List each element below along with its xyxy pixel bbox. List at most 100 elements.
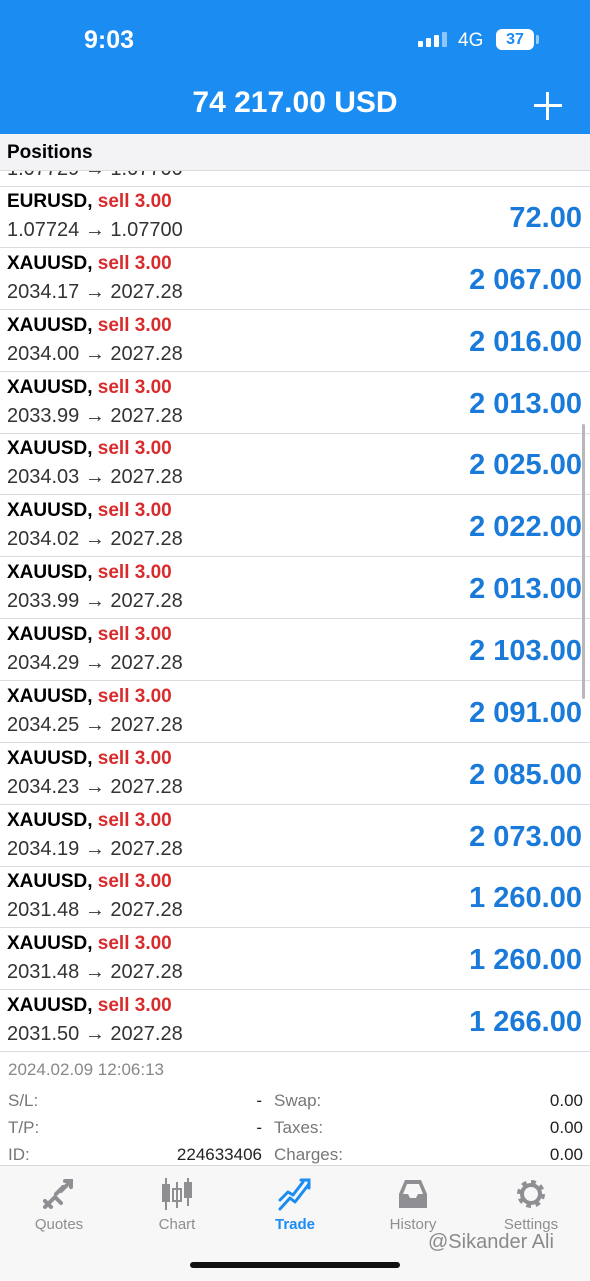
position-row[interactable]: XAUUSD, sell 3.00 2034.19 → 2027.28 2 073.… xyxy=(0,805,590,867)
position-profit: 2 016.00 xyxy=(469,325,582,358)
symbol-name: XAUUSD, xyxy=(7,933,93,955)
tab-label: Trade xyxy=(274,1216,316,1233)
top-bar: 9:03 4G 37 74 217.00 USD xyxy=(0,0,590,134)
symbol-name: XAUUSD, xyxy=(7,500,93,522)
position-symbol: XAUUSD, sell 3.00 xyxy=(7,748,172,770)
symbol-name: XAUUSD, xyxy=(7,624,93,646)
trade-icon xyxy=(278,1178,311,1211)
battery-tip xyxy=(536,35,539,44)
position-profit: 1 260.00 xyxy=(469,944,582,977)
position-symbol: XAUUSD, sell 3.00 xyxy=(7,253,172,275)
positions-section-header: Positions xyxy=(0,134,590,171)
scrollbar[interactable] xyxy=(582,424,585,699)
position-prices: 2031.50 → 2027.28 xyxy=(7,1023,183,1046)
position-row[interactable]: XAUUSD, sell 3.00 2033.99 → 2027.28 2 013.… xyxy=(0,557,590,620)
position-row[interactable]: XAUUSD, sell 3.00 2031.48 → 2027.28 1 260.… xyxy=(0,928,590,991)
swap-value: 0.00 xyxy=(549,1091,583,1110)
position-row[interactable]: XAUUSD, sell 3.00 2034.29 → 2027.28 2 103.… xyxy=(0,619,590,682)
open-time: 2024.02.09 12:06:13 xyxy=(8,1060,164,1079)
tab-quotes[interactable]: Quotes xyxy=(0,1166,118,1236)
taxes-value: 0.00 xyxy=(549,1118,583,1137)
id-value: 224633406 xyxy=(176,1145,262,1164)
gear-icon xyxy=(517,1180,545,1208)
position-profit: 2 013.00 xyxy=(469,573,582,606)
position-row[interactable]: XAUUSD, sell 3.00 2034.17 → 2027.28 2 067.… xyxy=(0,248,590,310)
position-details: 2024.02.09 12:06:13 S/L: - T/P: - ID: 22… xyxy=(0,1060,590,1165)
position-side: sell 3.00 xyxy=(97,562,172,584)
tab-settings[interactable]: Settings xyxy=(472,1166,590,1236)
tab-label: Chart xyxy=(158,1216,196,1233)
tp-label: T/P: xyxy=(8,1118,40,1137)
symbol-name: XAUUSD, xyxy=(7,809,93,831)
charges-value: 0.00 xyxy=(549,1145,583,1164)
position-side: sell 3.00 xyxy=(97,995,172,1017)
position-side: sell 3.00 xyxy=(97,376,172,398)
position-side: sell 3.00 xyxy=(97,191,172,212)
position-side: sell 3.00 xyxy=(97,871,172,893)
home-indicator xyxy=(190,1262,400,1268)
symbol-name: XAUUSD, xyxy=(7,562,93,584)
symbol-name: XAUUSD, xyxy=(7,995,93,1017)
position-side: sell 3.00 xyxy=(97,624,172,646)
position-symbol: XAUUSD, sell 3.00 xyxy=(7,562,172,584)
position-profit: 2 067.00 xyxy=(469,263,582,296)
position-prices: 1.07724 → 1.07700 xyxy=(7,219,183,241)
position-side: sell 3.00 xyxy=(97,252,172,274)
position-row[interactable]: XAUUSD, sell 3.00 2034.03 → 2027.28 2 025.… xyxy=(0,433,590,496)
position-row[interactable]: XAUUSD, sell 3.00 2034.25 → 2027.28 2 091.… xyxy=(0,681,590,743)
symbol-name: XAUUSD, xyxy=(7,376,93,398)
position-prices: 2034.00 → 2027.28 xyxy=(7,342,183,365)
symbol-name: XAUUSD, xyxy=(7,871,93,893)
symbol-name: XAUUSD, xyxy=(7,685,93,707)
position-symbol: XAUUSD, sell 3.00 xyxy=(7,377,172,399)
add-order-button[interactable] xyxy=(534,92,562,120)
taxes-label: Taxes: xyxy=(274,1118,324,1137)
position-profit: 2 025.00 xyxy=(469,449,582,482)
position-prices: 2034.17 → 2027.28 xyxy=(7,280,183,303)
quotes-icon xyxy=(43,1179,73,1209)
position-row[interactable]: XAUUSD, sell 3.00 2034.00 → 2027.28 2 016.… xyxy=(0,310,590,372)
position-profit: 1 260.00 xyxy=(469,882,582,915)
swap-label: Swap: xyxy=(274,1091,322,1110)
candlestick-icon xyxy=(162,1178,192,1210)
position-symbol: XAUUSD, sell 3.00 xyxy=(7,871,172,893)
positions-list[interactable]: 1.07729 → 1.07700 EURUSD, sell 3.001.077… xyxy=(0,134,590,1060)
position-prices: 2034.03 → 2027.28 xyxy=(7,466,183,489)
position-symbol: XAUUSD, sell 3.00 xyxy=(7,810,172,832)
tab-trade[interactable]: Trade xyxy=(236,1166,354,1236)
plus-icon-bar xyxy=(534,104,562,107)
sl-value: - xyxy=(256,1091,262,1110)
position-symbol: EURUSD, sell 3.00 xyxy=(7,191,172,213)
position-row[interactable]: XAUUSD, sell 3.00 2034.23 → 2027.28 2 085.… xyxy=(0,743,590,805)
symbol-name: XAUUSD, xyxy=(7,747,93,769)
position-prices: 2031.48 → 2027.28 xyxy=(7,961,183,984)
position-prices: 2034.29 → 2027.28 xyxy=(7,652,183,675)
symbol-name: XAUUSD, xyxy=(7,438,93,460)
signal-icon xyxy=(418,31,448,47)
tab-label: Quotes xyxy=(34,1216,84,1233)
position-prices: 2034.25 → 2027.28 xyxy=(7,713,183,736)
tp-value: - xyxy=(256,1118,262,1137)
position-prices: 2031.48 → 2027.28 xyxy=(7,899,183,922)
position-row[interactable]: XAUUSD, sell 3.00 2033.99 → 2027.28 2 013.… xyxy=(0,372,590,434)
position-row[interactable]: XAUUSD, sell 3.00 2034.02 → 2027.28 2 022.… xyxy=(0,495,590,558)
position-row[interactable]: XAUUSD, sell 3.00 2031.48 → 2027.28 1 260.… xyxy=(0,866,590,929)
position-symbol: XAUUSD, sell 3.00 xyxy=(7,315,172,337)
position-prices: 2033.99 → 2027.28 xyxy=(7,590,183,613)
position-side: sell 3.00 xyxy=(97,809,172,831)
position-row[interactable]: XAUUSD, sell 3.00 2031.50 → 2027.28 1 266.… xyxy=(0,990,590,1053)
position-profit: 2 085.00 xyxy=(469,758,582,791)
position-prices: 2034.02 → 2027.28 xyxy=(7,528,183,551)
position-profit: 1 266.00 xyxy=(469,1006,582,1039)
symbol-name: XAUUSD, xyxy=(7,252,93,274)
tab-history[interactable]: History xyxy=(354,1166,472,1236)
position-prices: 2034.23 → 2027.28 xyxy=(7,775,183,798)
position-side: sell 3.00 xyxy=(97,933,172,955)
position-row[interactable]: EURUSD, sell 3.00 1.07724 → 1.07700 72.00 xyxy=(0,186,590,248)
tab-chart[interactable]: Chart xyxy=(118,1166,236,1236)
position-profit: 2 103.00 xyxy=(469,635,582,668)
charges-label: Charges: xyxy=(274,1145,343,1164)
network-type: 4G xyxy=(458,30,484,51)
account-balance: 74 217.00 USD xyxy=(192,86,398,119)
id-label: ID: xyxy=(8,1145,30,1164)
